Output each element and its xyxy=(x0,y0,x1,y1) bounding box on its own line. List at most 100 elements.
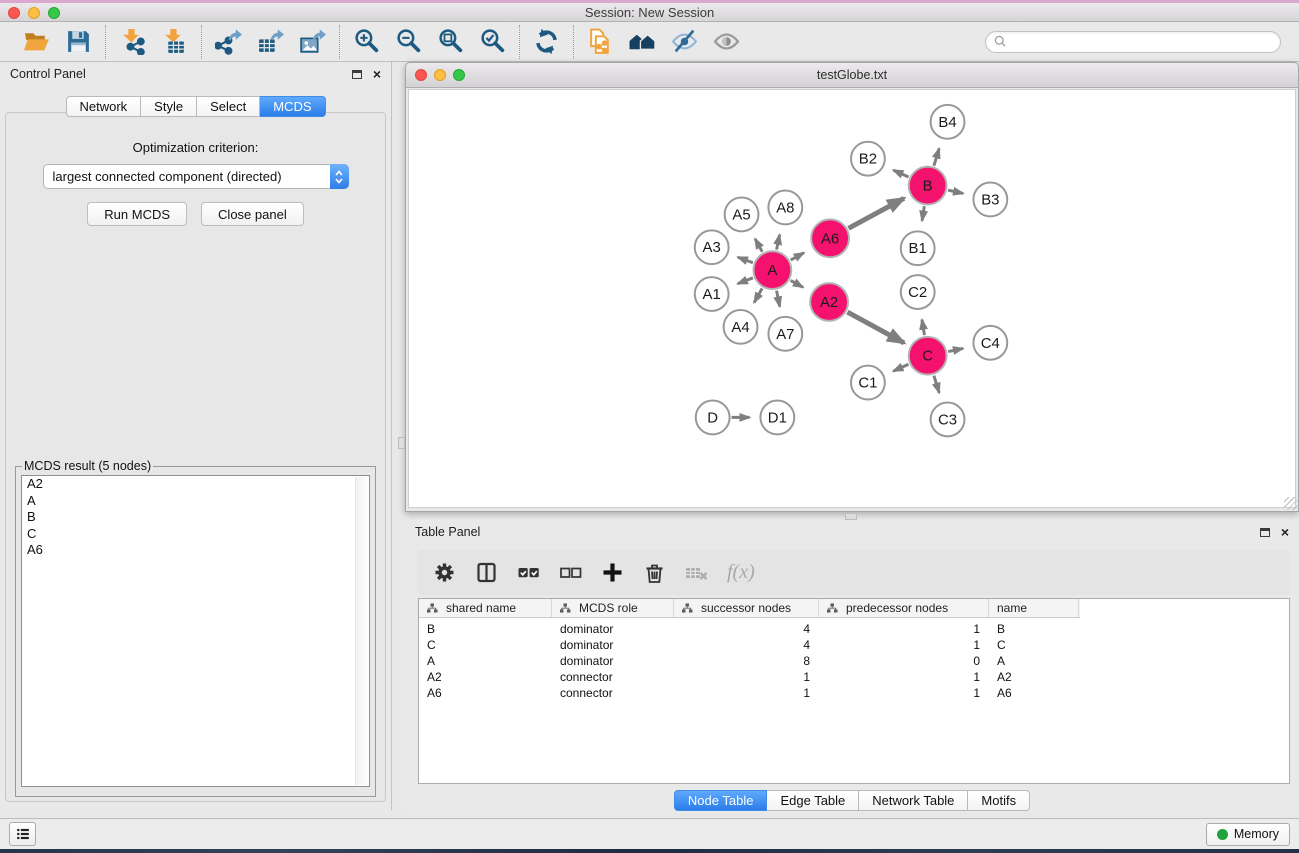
tab-motifs[interactable]: Motifs xyxy=(968,790,1030,811)
edge-A-A2[interactable] xyxy=(791,280,803,287)
graph-node-A3[interactable]: A3 xyxy=(695,230,729,264)
search-input[interactable] xyxy=(1008,33,1280,51)
network-minimize-button[interactable] xyxy=(434,69,446,81)
edge-B-B1[interactable] xyxy=(922,206,924,221)
graph-node-C3[interactable]: C3 xyxy=(931,403,965,437)
import-table-button[interactable] xyxy=(161,28,188,55)
minimize-window-button[interactable] xyxy=(28,7,40,19)
export-image-button[interactable] xyxy=(299,28,326,55)
edge-B-B3[interactable] xyxy=(948,190,963,193)
edge-C-C2[interactable] xyxy=(922,320,924,336)
export-table-button[interactable] xyxy=(257,28,284,55)
import-network-button[interactable] xyxy=(119,28,146,55)
memory-button[interactable]: Memory xyxy=(1206,823,1290,846)
show-all-button[interactable] xyxy=(713,28,740,55)
edge-A-A6[interactable] xyxy=(791,253,804,260)
function-builder-button[interactable]: f(x) xyxy=(727,561,755,584)
task-history-button[interactable] xyxy=(9,822,36,846)
zoom-fit-button[interactable] xyxy=(437,28,464,55)
graph-node-A2[interactable]: A2 xyxy=(810,283,848,321)
result-scrollbar[interactable] xyxy=(355,477,368,785)
column-header-name[interactable]: name xyxy=(989,599,1079,617)
graph-node-A4[interactable]: A4 xyxy=(724,310,758,344)
edge-A2-C[interactable] xyxy=(847,312,904,343)
home-button[interactable] xyxy=(629,28,656,55)
graph-node-D[interactable]: D xyxy=(696,401,730,435)
split-columns-button[interactable] xyxy=(475,561,498,584)
add-column-button[interactable] xyxy=(601,561,624,584)
zoom-out-button[interactable] xyxy=(395,28,422,55)
close-panel-button[interactable]: Close panel xyxy=(201,202,304,226)
edge-C-C1[interactable] xyxy=(893,364,908,371)
edge-C-C4[interactable] xyxy=(948,348,963,351)
graph-node-A1[interactable]: A1 xyxy=(695,277,729,311)
zoom-window-button[interactable] xyxy=(48,7,60,19)
edge-A-A8[interactable] xyxy=(777,235,780,250)
column-header-successor-nodes[interactable]: successor nodes xyxy=(674,599,819,617)
edge-A6-B[interactable] xyxy=(849,198,905,228)
graph-node-B[interactable]: B xyxy=(909,167,947,205)
window-resize-handle[interactable] xyxy=(1284,497,1297,510)
edge-A-A4[interactable] xyxy=(754,288,762,302)
tab-network-table[interactable]: Network Table xyxy=(859,790,968,811)
edge-B-B4[interactable] xyxy=(934,148,939,165)
edge-A-A5[interactable] xyxy=(755,239,762,252)
graph-node-A5[interactable]: A5 xyxy=(725,197,759,231)
edge-A-A7[interactable] xyxy=(777,291,780,307)
table-row[interactable]: A2connector11A2 xyxy=(419,669,1289,685)
mcds-result-item[interactable]: B xyxy=(22,509,369,526)
hide-selected-button[interactable] xyxy=(671,28,698,55)
vertical-splitter-handle[interactable] xyxy=(398,437,405,449)
column-header-predecessor-nodes[interactable]: predecessor nodes xyxy=(819,599,989,617)
float-table-panel-icon[interactable] xyxy=(1260,528,1270,537)
graph-node-C[interactable]: C xyxy=(909,337,947,375)
search-box[interactable] xyxy=(985,31,1281,53)
zoom-in-button[interactable] xyxy=(353,28,380,55)
table-row[interactable]: Cdominator41C xyxy=(419,637,1289,653)
table-row[interactable]: Adominator80A xyxy=(419,653,1289,669)
run-mcds-button[interactable]: Run MCDS xyxy=(87,202,187,226)
deselect-all-button[interactable] xyxy=(559,561,582,584)
network-canvas[interactable]: B4B2BB3A8A5A6A3B1AC2A1A2A4A7C4CC1C3DD1 xyxy=(408,89,1296,508)
select-all-button[interactable] xyxy=(517,561,540,584)
graph-node-C2[interactable]: C2 xyxy=(901,275,935,309)
tab-style[interactable]: Style xyxy=(141,96,197,117)
graph-node-C1[interactable]: C1 xyxy=(851,366,885,400)
graph-node-A[interactable]: A xyxy=(753,251,791,289)
graph-node-A6[interactable]: A6 xyxy=(811,219,849,257)
graph-node-C4[interactable]: C4 xyxy=(973,326,1007,360)
mcds-result-item[interactable]: C xyxy=(22,526,369,543)
mcds-result-item[interactable]: A2 xyxy=(22,476,369,493)
tab-edge-table[interactable]: Edge Table xyxy=(767,790,859,811)
table-row[interactable]: A6connector11A6 xyxy=(419,685,1289,701)
graph-node-D1[interactable]: D1 xyxy=(760,401,794,435)
clear-table-button[interactable] xyxy=(685,561,708,584)
tab-mcds[interactable]: MCDS xyxy=(260,96,325,117)
edge-A-A3[interactable] xyxy=(738,257,753,263)
close-table-panel-icon[interactable]: × xyxy=(1281,527,1289,537)
close-panel-icon[interactable]: × xyxy=(373,69,381,79)
tab-select[interactable]: Select xyxy=(197,96,260,117)
save-session-button[interactable] xyxy=(65,28,92,55)
edge-C-C3[interactable] xyxy=(934,376,939,393)
graph-node-B3[interactable]: B3 xyxy=(973,183,1007,217)
graph-node-A7[interactable]: A7 xyxy=(768,317,802,351)
graph-node-B1[interactable]: B1 xyxy=(901,231,935,265)
zoom-selected-button[interactable] xyxy=(479,28,506,55)
delete-column-button[interactable] xyxy=(643,561,666,584)
graph-node-B4[interactable]: B4 xyxy=(931,105,965,139)
graph-node-B2[interactable]: B2 xyxy=(851,142,885,176)
column-header-shared-name[interactable]: shared name xyxy=(419,599,552,617)
horizontal-splitter-handle[interactable] xyxy=(845,513,857,520)
column-header-MCDS-role[interactable]: MCDS role xyxy=(552,599,674,617)
open-session-button[interactable] xyxy=(23,28,50,55)
network-window-titlebar[interactable]: testGlobe.txt xyxy=(406,63,1298,88)
network-close-button[interactable] xyxy=(415,69,427,81)
settings-button[interactable] xyxy=(433,561,456,584)
edge-B-B2[interactable] xyxy=(893,170,908,177)
edge-A-A1[interactable] xyxy=(738,278,753,284)
close-window-button[interactable] xyxy=(8,7,20,19)
export-network-button[interactable] xyxy=(215,28,242,55)
float-panel-icon[interactable] xyxy=(352,70,362,79)
network-from-file-button[interactable] xyxy=(587,28,614,55)
